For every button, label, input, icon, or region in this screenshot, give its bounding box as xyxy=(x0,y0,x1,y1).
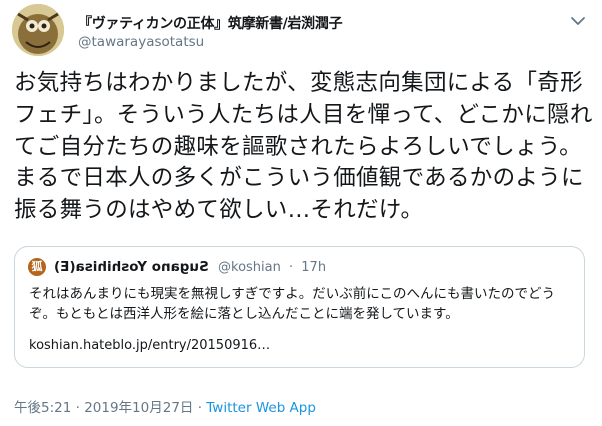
author-avatar[interactable] xyxy=(12,4,64,56)
meta-separator: · xyxy=(289,260,294,275)
quoted-tweet-age: 17h xyxy=(301,260,327,275)
quoted-meta: @koshian · 17h xyxy=(218,260,330,275)
tweet-text: お気持ちはわかりましたが、変態志向集団による「奇形フェチ」。そういう人たちは人目… xyxy=(14,70,593,224)
avatar-image xyxy=(12,4,64,56)
tweet-time[interactable]: 午後5:21 xyxy=(14,400,71,416)
quoted-tweet-card[interactable]: 狐 Sugano Yoshihisa(E) @koshian · 17h それは… xyxy=(14,246,585,368)
author-display-name[interactable]: 『ヴァティカンの正体』筑摩新書/岩渕潤子 xyxy=(78,13,343,33)
quoted-author-name: Sugano Yoshihisa(E) xyxy=(54,259,209,275)
footer-separator: · xyxy=(71,400,85,416)
tweet-footer: 午後5:21 · 2019年10月27日 · Twitter Web App xyxy=(14,396,316,416)
quoted-tweet-link[interactable]: koshian.hateblo.jp/entry/20150916… xyxy=(29,338,270,353)
tweet-date[interactable]: 2019年10月27日 xyxy=(84,400,193,416)
quoted-tweet-text: それはあんまりにも現実を無視しすぎですよ。だいぶ前にこのへんにも書いたのでどうぞ… xyxy=(29,286,555,322)
chevron-down-icon[interactable] xyxy=(569,14,587,28)
quoted-author-avatar: 狐 xyxy=(28,258,46,276)
footer-separator-2: · xyxy=(193,400,207,416)
quoted-author-handle: @koshian xyxy=(218,260,281,275)
source-app-link[interactable]: Twitter Web App xyxy=(206,400,316,416)
author-handle[interactable]: @tawarayasotatsu xyxy=(78,34,204,50)
